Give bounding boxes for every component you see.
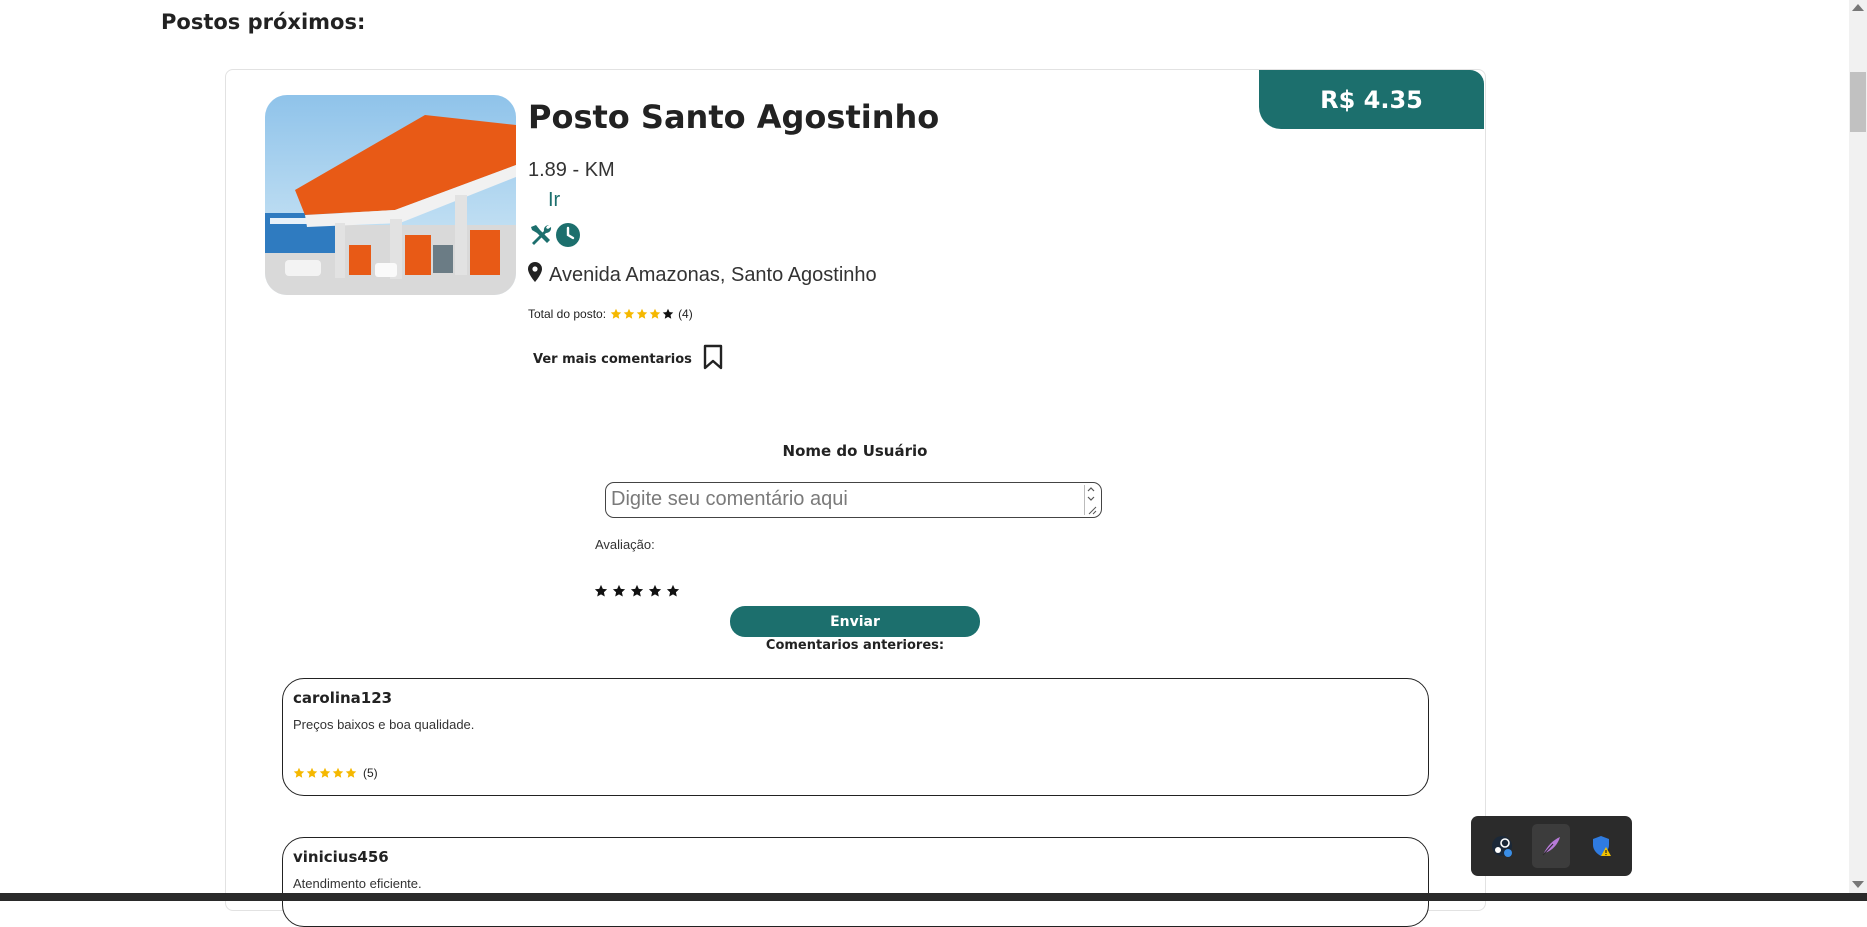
review-author: carolina123 [293,689,393,707]
star-icon[interactable] [666,584,680,598]
star-icon[interactable] [648,584,662,598]
scrollbar-thumb[interactable] [1850,72,1866,132]
rating-stars [610,308,674,320]
feather-app-icon[interactable] [1532,824,1571,868]
star-icon[interactable] [630,584,644,598]
review-author: vinicius456 [293,848,389,866]
page-scrollbar[interactable] [1849,0,1867,893]
star-icon [319,767,331,779]
station-rating: Total do posto: (4) [528,307,693,321]
star-icon [306,767,318,779]
star-icon[interactable] [612,584,626,598]
rating-count: (4) [678,307,693,321]
star-icon[interactable] [594,584,608,598]
comment-input[interactable]: Digite seu comentário aqui [605,482,1102,518]
review-stars [293,767,357,779]
tools-icon [528,222,554,253]
star-icon [332,767,344,779]
star-icon [345,767,357,779]
star-icon [649,308,661,320]
review-text: Atendimento eficiente. [293,876,422,891]
star-icon [662,308,674,320]
price-tag: R$ 4.35 [1259,70,1484,129]
station-distance: 1.89 - KM [528,159,615,181]
star-icon [636,308,648,320]
textarea-scroll-control[interactable] [1084,485,1097,515]
review-text: Preços baixos e boa qualidade. [293,717,475,732]
review-card: vinicius456 Atendimento eficiente. [282,837,1429,927]
star-icon [610,308,622,320]
bookmark-icon[interactable] [702,344,724,374]
evaluation-label: Avaliação: [595,537,655,552]
clock-icon [555,222,581,253]
send-button[interactable]: Enviar [730,606,980,637]
station-name: Posto Santo Agostinho [528,98,940,136]
steam-icon[interactable] [1483,824,1521,868]
review-card: carolina123 Preços baixos e boa qualidad… [282,678,1429,796]
go-link[interactable]: Ir [548,189,560,212]
station-photo [265,95,516,295]
scroll-up-arrow[interactable] [1852,4,1864,11]
rating-label: Total do posto: [528,307,607,321]
scroll-down-arrow[interactable] [1852,881,1864,888]
previous-comments-label: Comentarios anteriores: [765,638,945,653]
taskbar-edge [0,893,1867,901]
review-rating-count: (5) [363,766,378,780]
map-pin-icon [528,262,542,288]
comment-placeholder: Digite seu comentário aqui [611,488,848,510]
comment-user-name: Nome do Usuário [782,442,928,460]
system-tray-popup [1471,816,1632,876]
address-text: Avenida Amazonas, Santo Agostinho [549,263,877,286]
evaluation-stars[interactable] [594,584,680,598]
section-title: Postos próximos: [161,10,366,34]
more-comments-link[interactable]: Ver mais comentarios [533,344,724,374]
security-shield-warning-icon[interactable] [1582,824,1620,868]
services-icons [528,222,581,253]
star-icon [623,308,635,320]
review-rating: (5) [293,766,378,780]
more-comments-label: Ver mais comentarios [533,351,692,367]
station-address: Avenida Amazonas, Santo Agostinho [528,262,877,288]
star-icon [293,767,305,779]
